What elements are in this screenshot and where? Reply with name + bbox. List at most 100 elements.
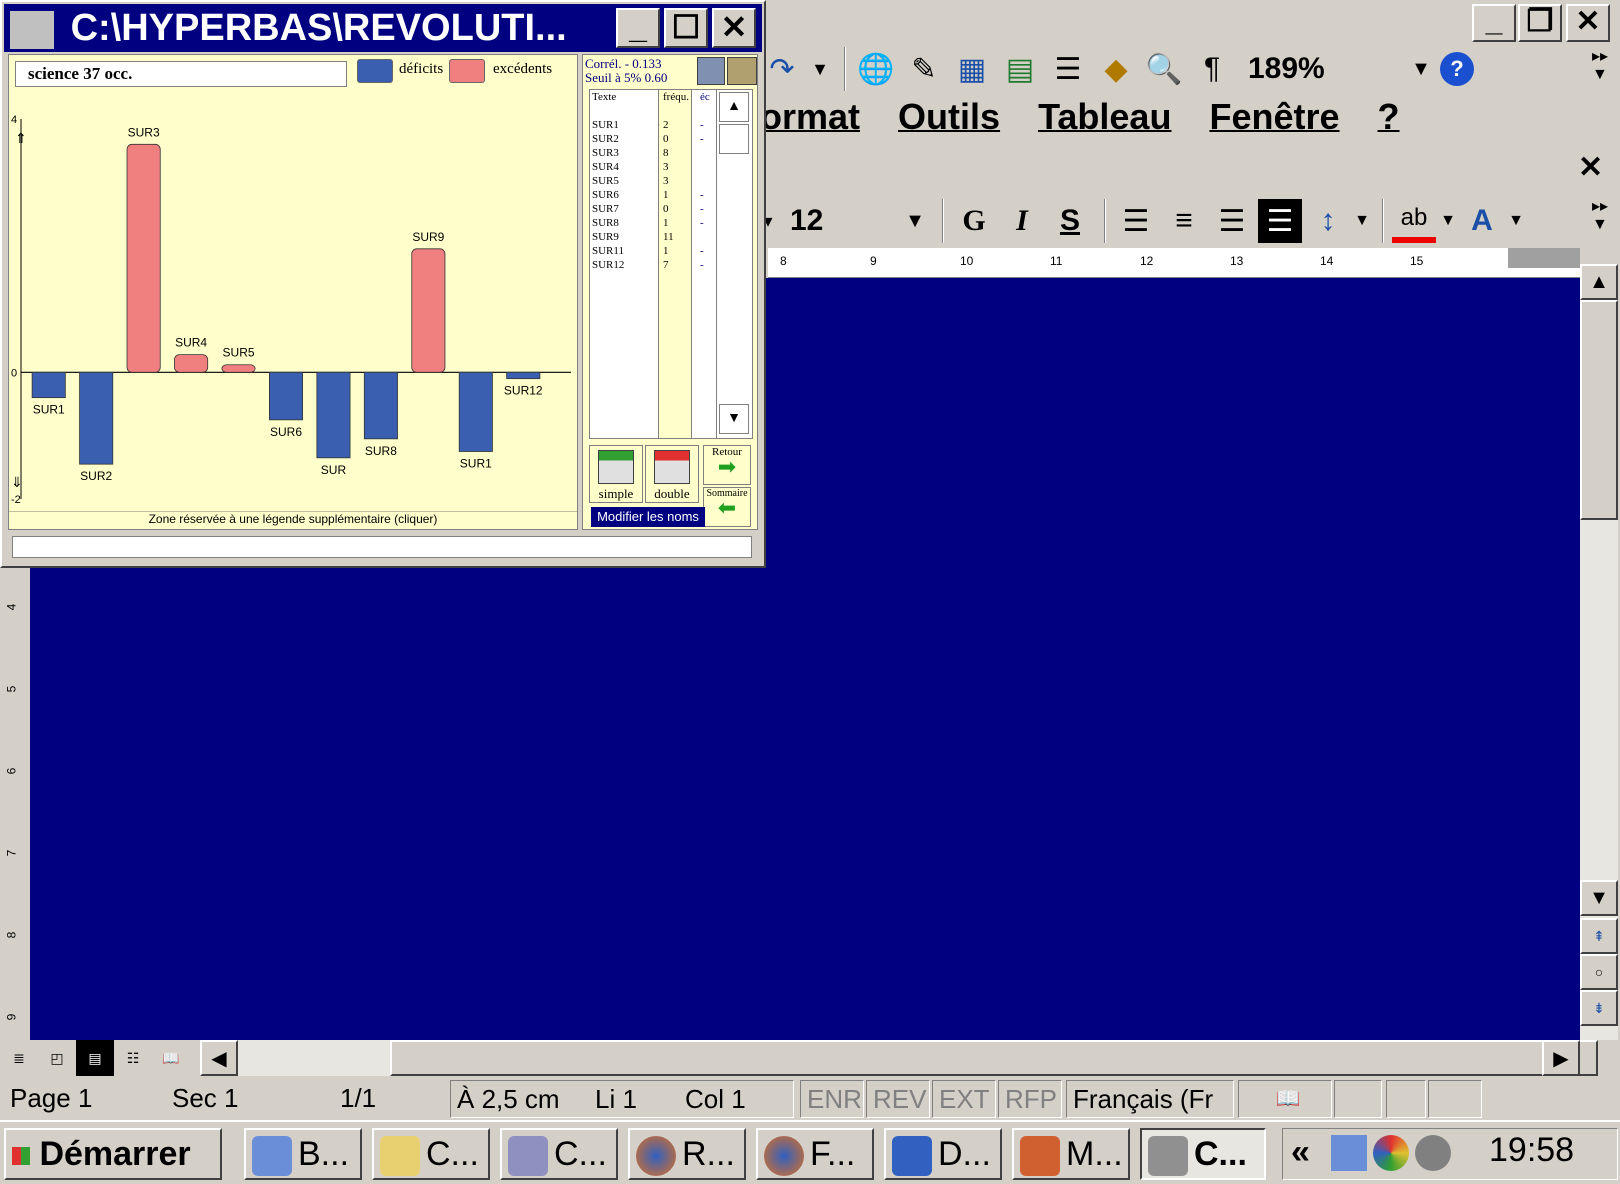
list-item[interactable]: SUR11	[592, 244, 656, 258]
vertical-scrollbar[interactable]: ▲ ▼ ⇞ ○ ⇟	[1580, 264, 1618, 1040]
list-item[interactable]: 0	[663, 202, 691, 216]
list-item[interactable]: SUR3	[592, 146, 656, 160]
list-item[interactable]	[700, 174, 716, 188]
align-left-icon[interactable]: ☰	[1114, 199, 1158, 243]
bold-button[interactable]: G	[952, 199, 996, 243]
redo-icon[interactable]: ↷	[760, 47, 804, 91]
zoom-field[interactable]: 189%	[1238, 47, 1406, 91]
prev-page-icon[interactable]: ⇞	[1580, 918, 1618, 954]
word-restore-button[interactable]: ❐	[1518, 4, 1562, 42]
word-minimize-button[interactable]: _	[1472, 4, 1516, 42]
font-size-dropdown-icon[interactable]: ▼	[900, 199, 930, 243]
fmt-toolbar-more-icon[interactable]: ▸▸ ▼	[1592, 196, 1608, 234]
redo-dropdown-icon[interactable]: ▼	[808, 47, 832, 91]
highlight-icon[interactable]: ab	[1392, 199, 1436, 243]
draw-table-icon[interactable]: ✎	[902, 47, 946, 91]
menu-help[interactable]: ?	[1378, 96, 1400, 137]
hb-maximize-button[interactable]: ☐	[664, 8, 708, 48]
app-tray-icon[interactable]	[1373, 1135, 1409, 1171]
print-icon[interactable]	[727, 57, 757, 85]
list-item[interactable]: 7	[663, 258, 691, 272]
list-item[interactable]: -	[700, 132, 716, 146]
pilcrow-icon[interactable]: ¶	[1190, 47, 1234, 91]
status-rev[interactable]: REV	[866, 1080, 930, 1118]
network-icon[interactable]	[1331, 1135, 1367, 1171]
status-enr[interactable]: ENR	[800, 1080, 864, 1118]
list-item[interactable]: SUR6	[592, 188, 656, 202]
double-graph-button[interactable]: double	[645, 445, 699, 503]
scroll-left-icon[interactable]: ◀	[200, 1040, 238, 1076]
sommaire-button[interactable]: Sommaire ⬅	[703, 487, 751, 527]
line-spacing-dropdown-icon[interactable]: ▼	[1354, 199, 1370, 243]
horizontal-scrollbar[interactable]: ◀ ▶	[200, 1040, 1598, 1076]
insert-excel-icon[interactable]: ▤	[998, 47, 1042, 91]
list-item[interactable]: SUR8	[592, 216, 656, 230]
outline-view-icon[interactable]: ☷	[114, 1040, 152, 1076]
menu-format[interactable]: ormat	[760, 96, 860, 137]
align-center-icon[interactable]: ≡	[1162, 199, 1206, 243]
start-button[interactable]: Démarrer	[4, 1128, 222, 1180]
list-item[interactable]: SUR5	[592, 174, 656, 188]
scroll-down-icon[interactable]: ▼	[1580, 880, 1618, 916]
list-item[interactable]: -	[700, 118, 716, 132]
horizontal-ruler[interactable]: 8 9 10 11 12 13 14 15	[768, 248, 1580, 278]
list-scroll-up-icon[interactable]: ▲	[719, 92, 749, 122]
status-ext[interactable]: EXT	[932, 1080, 996, 1118]
volume-icon[interactable]	[1415, 1135, 1451, 1171]
reading-view-icon[interactable]: 📖	[152, 1040, 190, 1076]
align-right-icon[interactable]: ☰	[1210, 199, 1254, 243]
insert-table-icon[interactable]: ▦	[950, 47, 994, 91]
italic-button[interactable]: I	[1000, 199, 1044, 243]
normal-view-icon[interactable]: ≣	[0, 1040, 38, 1076]
list-item[interactable]: SUR4	[592, 160, 656, 174]
page-view-icon[interactable]: ▤	[76, 1040, 114, 1076]
status-language[interactable]: Français (Fr	[1066, 1080, 1234, 1118]
toolbar-more-icon[interactable]: ▸▸ ▼	[1592, 46, 1608, 84]
list-item[interactable]	[700, 146, 716, 160]
list-item[interactable]: 1	[663, 188, 691, 202]
retour-button[interactable]: Retour ➡	[703, 445, 751, 485]
web-toolbar-icon[interactable]: 🌐	[854, 47, 898, 91]
strike-button[interactable]: S	[1048, 199, 1092, 243]
line-spacing-icon[interactable]: ↕	[1306, 199, 1350, 243]
taskbar-btn-3[interactable]: C...	[500, 1128, 618, 1180]
list-item[interactable]	[700, 160, 716, 174]
chart-area[interactable]: science 37 occ. déficits excédents 4 0 -2 ⇑…	[8, 54, 578, 530]
simple-graph-button[interactable]: simple	[589, 445, 643, 503]
list-item[interactable]: 1	[663, 244, 691, 258]
word-header[interactable]: science 37 occ.	[15, 61, 347, 87]
drawing-icon[interactable]: ◆	[1094, 47, 1138, 91]
columns-icon[interactable]: ☰	[1046, 47, 1090, 91]
list-scroll-thumb[interactable]	[719, 124, 749, 154]
list-item[interactable]: SUR2	[592, 132, 656, 146]
hb-minimize-button[interactable]: _	[616, 8, 660, 48]
list-item[interactable]: 1	[663, 216, 691, 230]
status-rfp[interactable]: RFP	[998, 1080, 1062, 1118]
word-close-button[interactable]: ✕	[1566, 4, 1610, 42]
menu-tableau[interactable]: Tableau	[1038, 96, 1171, 137]
taskbar-btn-4[interactable]: R...	[628, 1128, 746, 1180]
list-item[interactable]: SUR12	[592, 258, 656, 272]
taskbar-btn-7[interactable]: M...	[1012, 1128, 1130, 1180]
spelling-status-icon[interactable]: 📖	[1238, 1080, 1332, 1118]
list-item[interactable]: 2	[663, 118, 691, 132]
list-item[interactable]: -	[700, 258, 716, 272]
list-item[interactable]: 3	[663, 174, 691, 188]
modifier-noms-button[interactable]: Modifier les noms	[591, 507, 705, 527]
web-view-icon[interactable]: ◰	[38, 1040, 76, 1076]
tray-expand-icon[interactable]: «	[1291, 1133, 1310, 1172]
frequency-list[interactable]: Texte SUR1 SUR2 SUR3 SUR4 SUR5 SUR6 SUR7 SUR8 SU…	[589, 89, 753, 439]
taskbar-btn-5[interactable]: F...	[756, 1128, 874, 1180]
taskbar-btn-8-active[interactable]: C...	[1140, 1128, 1266, 1180]
horizontal-scroll-thumb[interactable]	[390, 1040, 1598, 1076]
scroll-right-icon[interactable]: ▶	[1542, 1040, 1580, 1076]
taskbar-btn-1[interactable]: B...	[244, 1128, 362, 1180]
list-item[interactable]: -	[700, 202, 716, 216]
list-item[interactable]	[700, 230, 716, 244]
extra-legend-zone[interactable]: Zone réservée à une légende supplémentai…	[9, 511, 577, 529]
next-page-icon[interactable]: ⇟	[1580, 990, 1618, 1026]
hb-close-button[interactable]: ✕	[712, 8, 756, 48]
list-item[interactable]: SUR7	[592, 202, 656, 216]
highlight-dropdown-icon[interactable]: ▼	[1440, 199, 1456, 243]
font-color-icon[interactable]: A	[1460, 199, 1504, 243]
